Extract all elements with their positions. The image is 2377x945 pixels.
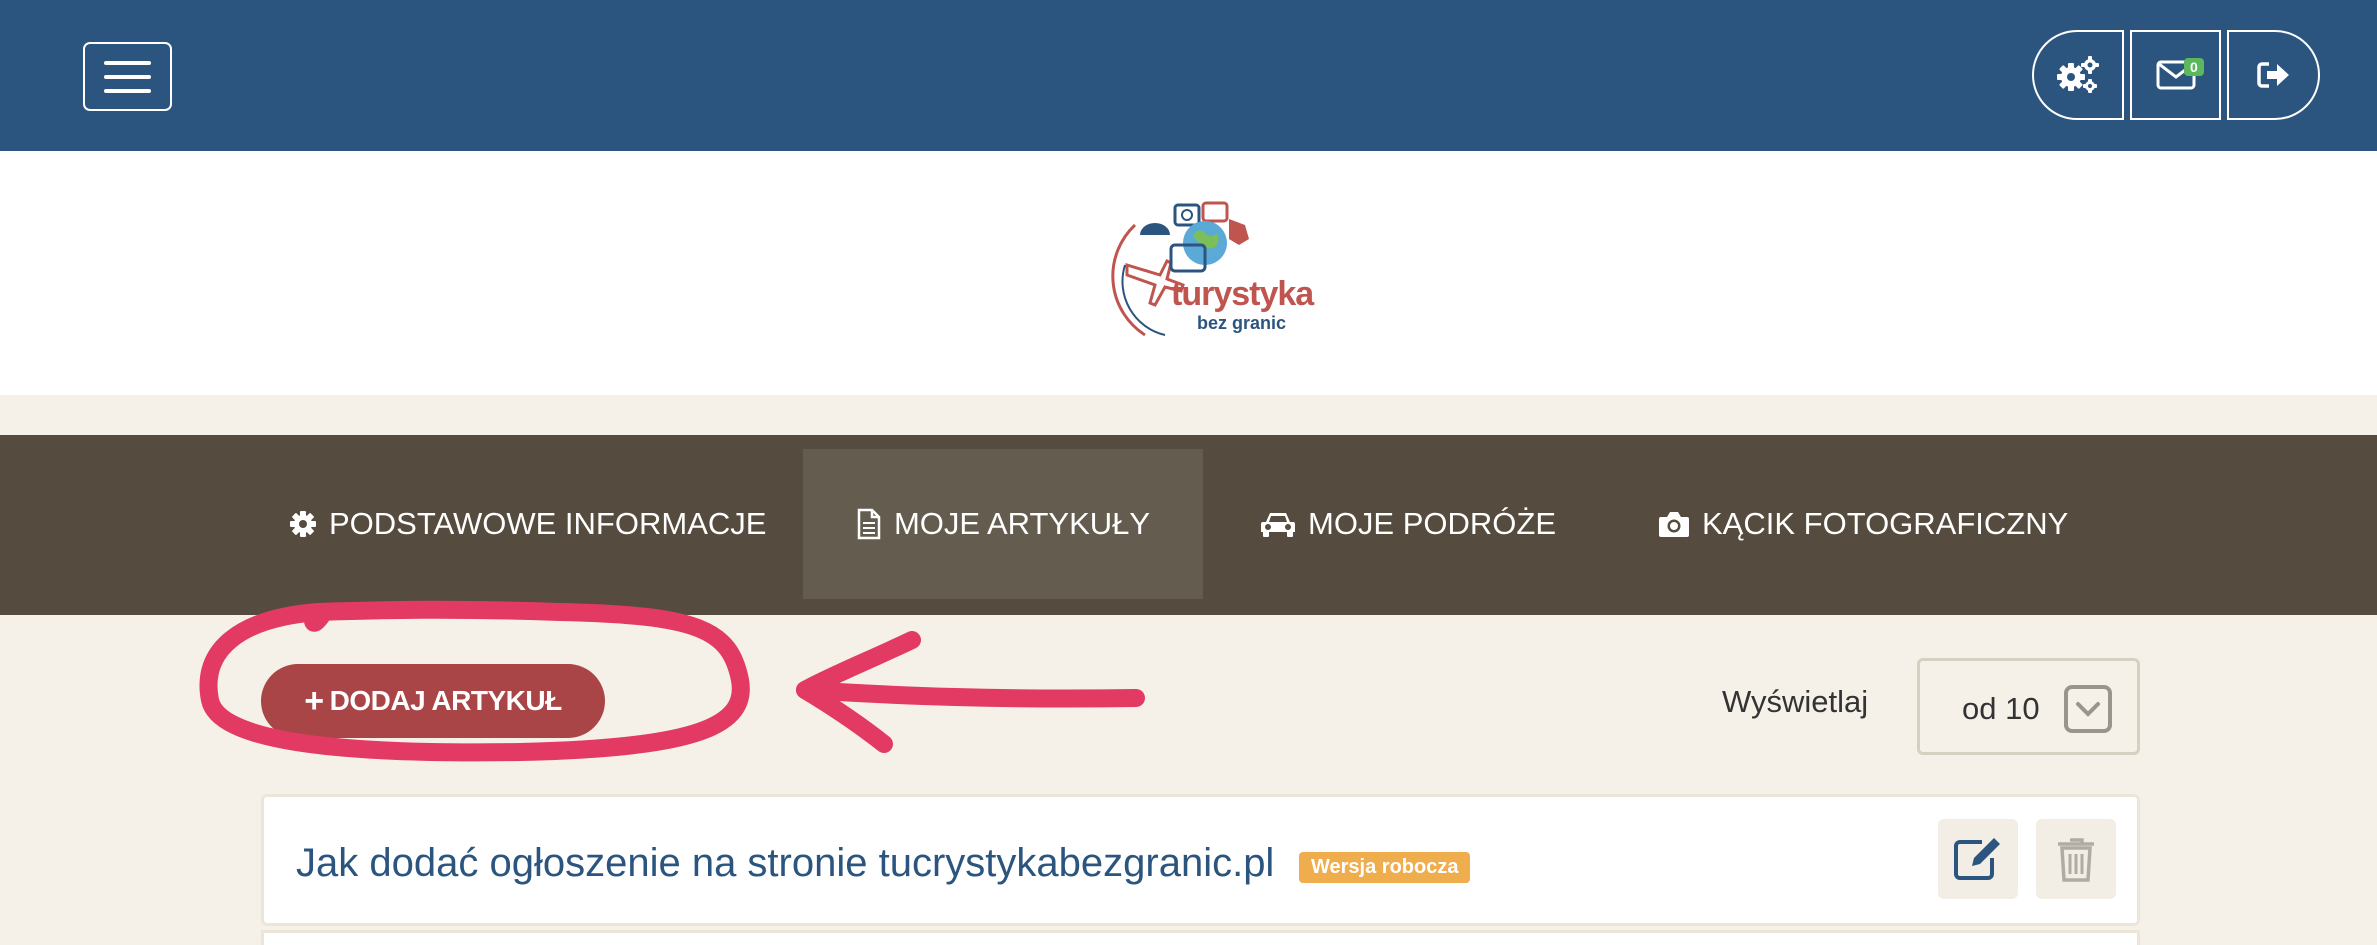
edit-article-button[interactable]	[1938, 819, 2018, 899]
article-card: Jak dodać ogłoszenie na stronie tucrysty…	[261, 794, 2140, 926]
tab-my-articles[interactable]: MOJE ARTYKUŁY	[803, 449, 1203, 599]
tab-my-trips[interactable]: MOJE PODRÓŻE	[1260, 449, 1556, 599]
file-text-icon	[857, 508, 881, 540]
delete-article-button[interactable]	[2036, 819, 2116, 899]
sign-out-icon	[2256, 62, 2289, 88]
tab-photo-corner[interactable]: KĄCIK FOTOGRAFICZNY	[1658, 449, 2068, 599]
messages-button[interactable]: 0	[2130, 30, 2221, 120]
tab-basic-info-label: PODSTAWOWE INFORMACJE	[329, 506, 767, 541]
article-card-next	[261, 930, 2140, 945]
camera-icon	[1659, 512, 1689, 537]
tab-basic-info[interactable]: PODSTAWOWE INFORMACJE	[289, 449, 766, 599]
add-article-button[interactable]: + DODAJ ARTYKUŁ	[261, 664, 605, 738]
gear-icon	[290, 511, 316, 537]
chevron-down-icon	[2064, 685, 2112, 733]
plus-icon: +	[304, 681, 324, 720]
per-page-label: Wyświetlaj	[1722, 684, 1869, 719]
menu-toggle-button[interactable]	[83, 42, 172, 111]
settings-button[interactable]	[2032, 30, 2124, 120]
logo-band: turystyka bez granic	[0, 151, 2377, 395]
user-tools: 0	[2032, 30, 2320, 120]
car-icon	[1261, 513, 1295, 537]
article-title-link[interactable]: Jak dodać ogłoszenie na stronie tucrysty…	[296, 841, 1274, 886]
cogs-icon	[2057, 56, 2099, 93]
site-logo[interactable]: turystyka bez granic	[1105, 195, 1314, 345]
annotation-arrow-shaft	[796, 681, 1145, 708]
logout-button[interactable]	[2227, 30, 2320, 120]
status-badge: Wersja robocza	[1299, 852, 1471, 883]
add-article-label: DODAJ ARTYKUŁ	[329, 685, 563, 716]
trash-icon	[2058, 838, 2094, 882]
tab-photo-corner-label: KĄCIK FOTOGRAFICZNY	[1702, 506, 2069, 541]
per-page-value: od 10	[1962, 691, 2040, 726]
hamburger-icon	[104, 60, 151, 65]
tab-my-trips-label: MOJE PODRÓŻE	[1308, 506, 1557, 541]
tab-my-articles-label: MOJE ARTYKUŁY	[893, 506, 1151, 541]
profile-tabs: PODSTAWOWE INFORMACJE MOJE ARTYKUŁY MOJE…	[0, 435, 2377, 615]
logo-wordmark: turystyka	[1171, 275, 1314, 313]
per-page-select[interactable]: od 10	[1917, 658, 2140, 755]
edit-icon	[1954, 838, 2000, 880]
top-bar: 0	[0, 0, 2377, 151]
logo-tagline: bez granic	[1197, 313, 1287, 333]
annotation-arrow-head	[796, 631, 921, 753]
unread-count-badge: 0	[2184, 58, 2204, 76]
